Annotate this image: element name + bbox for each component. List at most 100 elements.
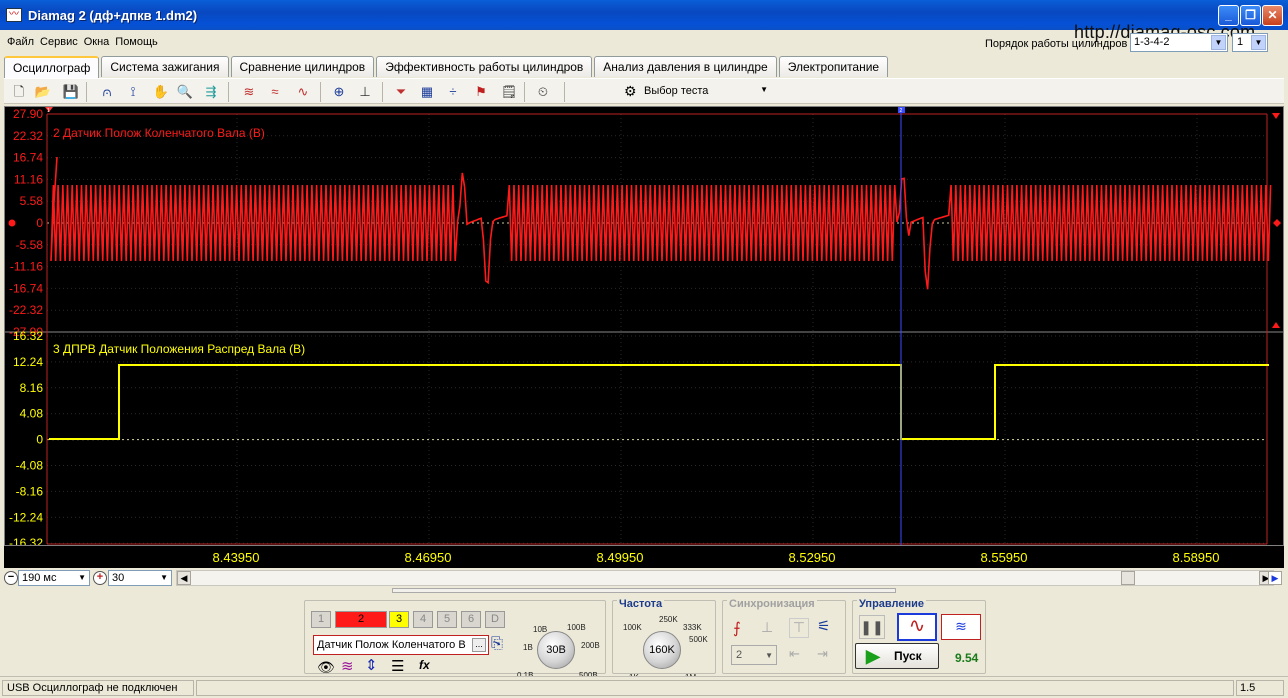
multi-wave-mode-icon[interactable]: ≋ xyxy=(941,614,981,640)
scroll-thumb[interactable] xyxy=(1121,571,1135,585)
filter-icon[interactable]: ⏷ xyxy=(392,83,410,101)
channel-6-button[interactable]: 6 xyxy=(461,611,481,628)
channel-group: 1 2 3 4 5 6 D Датчик Полож Коленчатого В… xyxy=(304,600,606,680)
frequency-knob[interactable]: 160K xyxy=(643,631,681,669)
zoom-out-icon[interactable]: − xyxy=(4,571,18,585)
channel1-offset-marker-icon[interactable] xyxy=(8,219,16,227)
channel2-tick-label: 0 xyxy=(36,433,43,447)
hand-pan-icon[interactable]: ✋ xyxy=(152,83,170,101)
rising-edge-icon[interactable]: ⨍ xyxy=(733,619,741,637)
level-up-icon[interactable]: ⊥ xyxy=(761,619,773,636)
channel1-bottom-arrow-icon[interactable] xyxy=(1272,322,1280,328)
channel1-tick-label: 0 xyxy=(36,216,43,230)
save-icon[interactable]: 💾 xyxy=(62,83,80,101)
sync-icon[interactable]: ⇶ xyxy=(202,83,220,101)
status-bar: USB Осциллограф не подключен 1.5 xyxy=(0,676,1288,698)
channel1-top-arrow-icon[interactable] xyxy=(1272,113,1280,119)
table-icon[interactable]: ▦ xyxy=(418,83,436,101)
new-file-icon[interactable]: 🗋 xyxy=(10,83,28,101)
open-folder-icon[interactable]: 📂 xyxy=(34,83,52,101)
function-icon[interactable]: fx xyxy=(419,658,430,672)
notes-icon[interactable]: 🗒 xyxy=(500,83,518,101)
panel-splitter[interactable] xyxy=(392,588,896,593)
scroll-left-icon[interactable]: ◀ xyxy=(177,571,191,585)
channel1-tick-label: -16.74 xyxy=(9,281,43,295)
scroll-control-bar: − 190 мс ▼ + 30 ▼ ◀ ▶ ▶ xyxy=(4,568,1284,588)
voltage-knob[interactable]: 30В xyxy=(537,631,575,669)
cursor-marker-2-label: 2 xyxy=(900,108,903,114)
menu-windows[interactable]: Окна xyxy=(81,36,113,48)
dropdown-arrow-icon: ▼ xyxy=(78,573,86,582)
measure-cursor-icon[interactable]: ⟟ xyxy=(124,83,142,101)
envelope-icon[interactable]: ∿ xyxy=(294,83,312,101)
probe-icon[interactable]: ⎘ xyxy=(491,635,503,652)
cylinder-order-select[interactable]: 1-3-4-2 ▼ xyxy=(1130,33,1228,52)
signal-wave-icon[interactable]: ≋ xyxy=(341,657,354,675)
frequency-knob-value: 160K xyxy=(649,644,675,656)
channel1-level-marker-icon[interactable] xyxy=(1273,219,1281,227)
auto-timer-icon[interactable]: ⏲ xyxy=(534,83,552,101)
eye-icon[interactable]: 👁 xyxy=(317,659,335,676)
freq-label-333k: 333K xyxy=(683,623,702,632)
play-forward-icon[interactable]: ▶ xyxy=(1268,571,1282,585)
channel-3-button[interactable]: 3 xyxy=(389,611,409,628)
zoom-icon[interactable]: 🔍 xyxy=(176,83,194,101)
status-value: 1.5 xyxy=(1236,680,1284,696)
channel1-tick-label: 11.16 xyxy=(14,172,43,186)
channel2-tick-label: 8.16 xyxy=(20,381,44,395)
lines-icon[interactable]: ☰ xyxy=(391,657,404,675)
split-icon[interactable]: ÷ xyxy=(444,83,462,101)
pause-icon[interactable]: ❚❚ xyxy=(859,615,885,639)
channel-2-button[interactable]: 2 xyxy=(335,611,387,628)
zoom-select[interactable]: 30 ▼ xyxy=(108,570,172,586)
horizontal-scrollbar[interactable]: ◀ ▶ xyxy=(176,570,1274,586)
sync-group: Синхронизация ⨍ ⊥ ⊤ ⚟ 2 ▼ ⇤ ⇥ xyxy=(722,598,846,674)
peak-cursor-icon[interactable]: ⩀ xyxy=(98,83,116,101)
menu-service[interactable]: Сервис xyxy=(37,36,81,48)
menu-file[interactable]: Файл xyxy=(4,36,37,48)
vertical-scale-icon[interactable]: ⇕ xyxy=(365,656,378,674)
zero-offset-icon[interactable]: ⊥ xyxy=(356,83,374,101)
sync-channel-select[interactable]: 2 ▼ xyxy=(731,645,777,665)
channel-d-button[interactable]: D xyxy=(485,611,505,628)
dropdown-arrow-icon[interactable]: ▼ xyxy=(1251,35,1266,50)
close-button[interactable]: ✕ xyxy=(1262,5,1283,26)
sensor-more-button[interactable]: ... xyxy=(472,638,486,652)
oscilloscope-app-icon: 〰 xyxy=(6,8,22,22)
channel-5-button[interactable]: 5 xyxy=(437,611,457,628)
channel1-tick-label: -11.16 xyxy=(10,260,43,274)
level-down-icon[interactable]: ⊤ xyxy=(789,618,809,638)
zoom-in-icon[interactable]: + xyxy=(93,571,107,585)
tab-cylinder-compare[interactable]: Сравнение цилиндров xyxy=(230,56,375,77)
oscilloscope-display[interactable]: 27.90 22.32 16.74 11.16 5.58 0 -5.58 -11.16 -16.… xyxy=(4,106,1284,546)
channel-4-button[interactable]: 4 xyxy=(413,611,433,628)
single-wave-mode-icon[interactable]: ∿ xyxy=(897,613,937,641)
tab-pressure-analysis[interactable]: Анализ давления в цилиндре xyxy=(594,56,777,77)
toolbar: 🗋 📂 💾 ⩀ ⟟ ✋ 🔍 ⇶ ≋ ≈ ∿ ⊕ ⊥ ⏷ ▦ ÷ ⚑ 🗒 ⏲ ⚙ … xyxy=(4,78,1284,104)
menu-help[interactable]: Помощь xyxy=(112,36,161,48)
tab-power-supply[interactable]: Электропитание xyxy=(778,56,889,77)
frequency-group: Частота 160K 250K 100K 333K 500K 1K 1M xyxy=(612,598,716,682)
multi-wave-icon[interactable]: ≈ xyxy=(266,83,284,101)
channel2-tick-label: 12.24 xyxy=(13,355,43,369)
tab-oscilloscope[interactable]: Осциллограф xyxy=(4,56,100,78)
cylinder-number-select[interactable]: 1 ▼ xyxy=(1232,33,1268,52)
channel-1-button[interactable]: 1 xyxy=(311,611,331,628)
sensor-select[interactable]: Датчик Полож Коленчатого В ... xyxy=(313,635,489,655)
tab-ignition[interactable]: Система зажигания xyxy=(101,56,229,77)
marker-flag-icon[interactable]: ⚑ xyxy=(472,83,490,101)
main-window: 〰 Diamag 2 (дф+дпкв 1.dm2) _ ❐ ✕ Файл Се… xyxy=(0,0,1288,698)
start-button[interactable]: ▶ Пуск xyxy=(855,643,939,669)
wave-filter-icon[interactable]: ≋ xyxy=(240,83,258,101)
status-text: USB Осциллограф не подключен xyxy=(2,680,194,696)
tab-cylinder-efficiency[interactable]: Эффективность работы цилиндров xyxy=(376,56,593,77)
timebase-select[interactable]: 190 мс ▼ xyxy=(18,570,90,586)
auto-sync-icon[interactable]: ⚟ xyxy=(817,617,830,635)
auto-scale-icon[interactable]: ⊕ xyxy=(330,83,348,101)
test-select[interactable]: ⚙ Выбор теста ▼ xyxy=(618,82,774,102)
channel1-grid xyxy=(47,113,1267,544)
time-tick-label: 8.49950 xyxy=(597,550,644,565)
sync-shift-right-icon[interactable]: ⇥ xyxy=(817,646,828,662)
sync-shift-left-icon[interactable]: ⇤ xyxy=(789,646,800,662)
dropdown-arrow-icon[interactable]: ▼ xyxy=(1211,35,1226,50)
